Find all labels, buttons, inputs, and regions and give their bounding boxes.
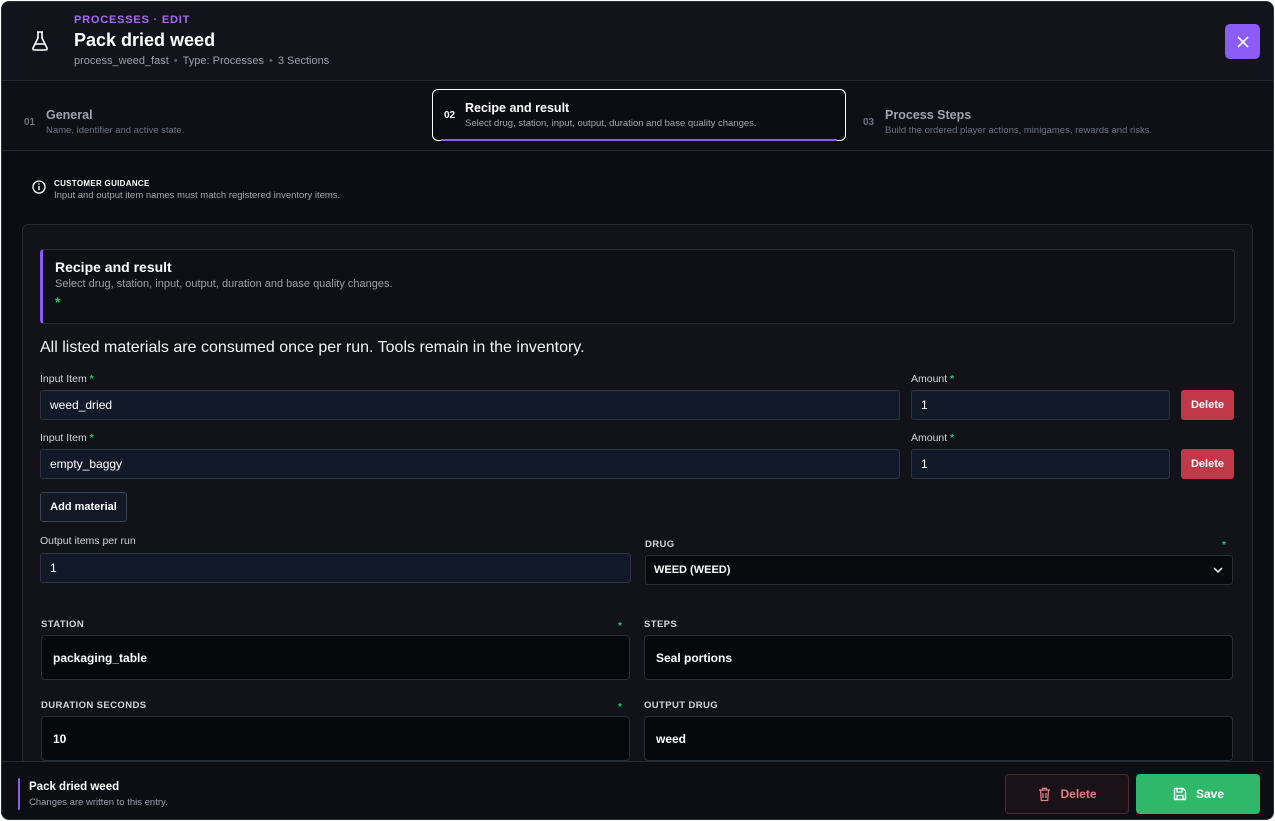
step-description: Build the ordered player actions, miniga… [885, 125, 1153, 136]
step-label: General [46, 108, 93, 122]
save-label: Save [1195, 787, 1225, 801]
step-navigation: 01 General Name, identifier and active s… [2, 82, 1273, 151]
entry-meta: process_weed_fast • Type: Processes • 3 Sect… [74, 55, 329, 67]
input-item-label: Input Item * [40, 373, 94, 385]
drug-select[interactable]: WEED (WEED) [645, 555, 1233, 585]
required-indicator: * [1222, 540, 1226, 551]
input-item-field[interactable]: weed_dried [40, 390, 900, 420]
guidance-title: CUSTOMER GUIDANCE [54, 179, 150, 188]
amount-field[interactable]: 1 [911, 390, 1170, 420]
close-icon [1236, 35, 1249, 48]
duration-label: DURATION SECONDS [41, 700, 147, 711]
step-description: Select drug, station, input, output, dur… [465, 118, 757, 129]
footer-title: Pack dried weed [29, 781, 120, 793]
section-description: Select drug, station, input, output, dur… [55, 278, 393, 290]
delete-entry-label: Delete [1060, 787, 1097, 801]
section-header: Recipe and result Select drug, station, … [40, 249, 1235, 324]
amount-label: Amount * [911, 432, 955, 444]
required-indicator: * [618, 621, 622, 632]
materials-note: All listed materials are consumed once p… [40, 339, 585, 356]
step-number: 02 [444, 110, 456, 121]
guidance-text: Input and output item names must match r… [54, 190, 341, 201]
delete-material-button[interactable]: Delete [1181, 449, 1234, 479]
step-description: Name, identifier and active state. [46, 125, 185, 136]
separator-dot: • [268, 55, 273, 67]
page-title: Pack dried weed [74, 30, 216, 50]
edit-process-modal: PROCESSES · EDIT Pack dried weed process… [1, 1, 1274, 820]
step-number: 01 [24, 117, 36, 128]
drug-label: DRUG [645, 539, 675, 550]
footer-accent-bar [18, 778, 20, 810]
station-label: STATION [41, 619, 85, 630]
active-step-indicator [441, 139, 837, 141]
input-item-field[interactable]: empty_baggy [40, 449, 900, 479]
delete-material-button[interactable]: Delete [1181, 390, 1234, 420]
separator-dot: • [173, 55, 178, 67]
step-number: 03 [863, 117, 875, 128]
duration-field[interactable]: 10 [41, 716, 630, 761]
entry-type: Type: Processes [182, 55, 264, 67]
breadcrumb: PROCESSES · EDIT [74, 14, 191, 26]
required-indicator: * [55, 294, 61, 310]
required-indicator: * [618, 702, 622, 713]
save-icon [1172, 786, 1188, 802]
tab-general[interactable]: 01 General Name, identifier and active s… [10, 89, 425, 141]
add-material-button[interactable]: Add material [40, 492, 127, 522]
close-button[interactable] [1225, 24, 1260, 59]
tab-recipe-and-result[interactable]: 02 Recipe and result Select drug, statio… [432, 89, 846, 141]
trash-icon [1037, 786, 1052, 802]
output-drug-field[interactable]: weed [644, 716, 1233, 761]
delete-entry-button[interactable]: Delete [1005, 774, 1129, 814]
entry-identifier: process_weed_fast [74, 55, 169, 67]
output-items-label: Output items per run [40, 535, 136, 547]
step-label: Process Steps [885, 108, 972, 122]
amount-field[interactable]: 1 [911, 449, 1170, 479]
modal-footer: Pack dried weed Changes are written to t… [2, 761, 1273, 819]
steps-field[interactable]: Seal portions [644, 635, 1233, 680]
amount-label: Amount * [911, 373, 955, 385]
footer-description: Changes are written to this entry. [29, 797, 168, 808]
output-items-field[interactable]: 1 [40, 553, 631, 583]
input-item-label: Input Item * [40, 432, 94, 444]
tab-process-steps[interactable]: 03 Process Steps Build the ordered playe… [849, 89, 1269, 141]
drug-selected-value: WEED (WEED) [654, 564, 731, 576]
section-count: 3 Sections [277, 55, 330, 67]
recipe-card: Recipe and result Select drug, station, … [22, 224, 1253, 762]
chevron-down-icon [1212, 566, 1224, 574]
form-content: CUSTOMER GUIDANCE Input and output item … [2, 152, 1273, 762]
save-button[interactable]: Save [1136, 774, 1260, 814]
info-icon [32, 180, 46, 194]
flask-icon [30, 30, 50, 52]
modal-header: PROCESSES · EDIT Pack dried weed process… [2, 2, 1273, 81]
steps-label: STEPS [644, 619, 678, 630]
station-field[interactable]: packaging_table [41, 635, 630, 680]
section-title: Recipe and result [55, 259, 172, 275]
step-label: Recipe and result [465, 101, 570, 115]
output-drug-label: OUTPUT DRUG [644, 700, 719, 711]
